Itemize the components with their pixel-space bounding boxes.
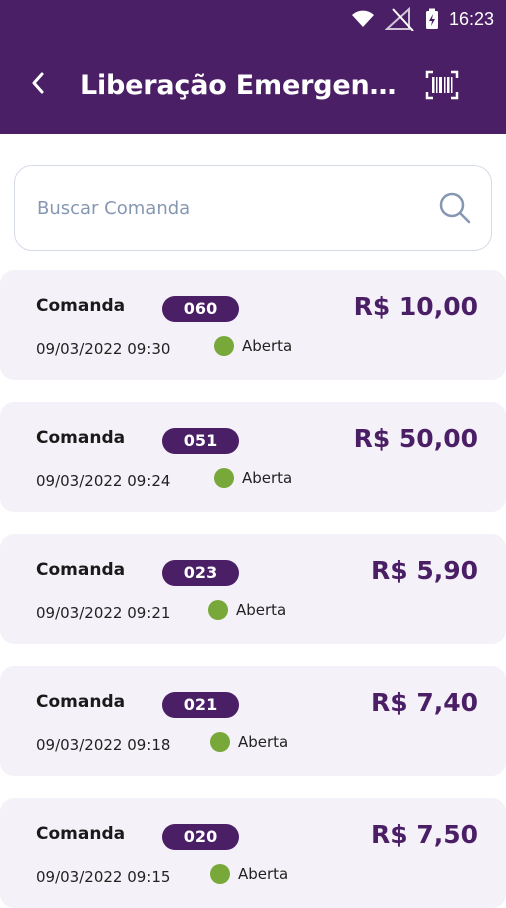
status-dot-icon [210,864,230,884]
comanda-label: Comanda [36,692,126,712]
comanda-card[interactable]: Comanda 021 09/03/2022 09:18 Aberta R$ 7… [0,666,506,776]
comanda-number-badge: 023 [162,560,239,586]
comanda-datetime: 09/03/2022 09:21 [36,604,171,622]
barcode-icon [425,70,459,100]
signal-icon [384,7,414,31]
status-text: Aberta [242,337,293,355]
comanda-datetime: 09/03/2022 09:24 [36,472,171,490]
search-input[interactable] [37,188,417,228]
status-text: Aberta [236,601,287,619]
search-box [14,165,492,251]
status-text: Aberta [238,733,289,751]
comanda-card[interactable]: Comanda 020 09/03/2022 09:15 Aberta R$ 7… [0,798,506,908]
comanda-price: R$ 50,00 [353,424,478,453]
search-icon [439,192,471,224]
comanda-number-badge: 021 [162,692,239,718]
status-text: Aberta [242,469,293,487]
back-button[interactable] [26,68,50,98]
comanda-label: Comanda [36,824,126,844]
clock: 16:23 [448,8,494,29]
comanda-label: Comanda [36,560,126,580]
status-text: Aberta [238,865,289,883]
app-bar: Liberação Emergen… [0,38,506,134]
wifi-icon [351,10,374,27]
comanda-datetime: 09/03/2022 09:18 [36,736,171,754]
status-bar: 16:23 [0,0,506,38]
status-badge: Aberta [210,864,288,884]
comanda-label: Comanda [36,296,126,316]
comanda-number-badge: 020 [162,824,239,850]
comanda-datetime: 09/03/2022 09:15 [36,868,171,886]
status-dot-icon [210,732,230,752]
comanda-price: R$ 5,90 [370,556,478,585]
comanda-price: R$ 7,40 [370,688,478,717]
status-badge: Aberta [210,732,288,752]
status-dot-icon [214,336,234,356]
status-dot-icon [214,468,234,488]
search-button[interactable] [437,190,473,226]
comanda-price: R$ 7,50 [370,820,478,849]
comanda-price: R$ 10,00 [353,292,478,321]
comanda-label: Comanda [36,428,126,448]
status-dot-icon [208,600,228,620]
comanda-number-badge: 060 [162,296,239,322]
status-badge: Aberta [208,600,286,620]
comanda-card[interactable]: Comanda 060 09/03/2022 09:30 Aberta R$ 1… [0,270,506,380]
status-icons: 16:23 [351,6,494,32]
barcode-scan-button[interactable] [425,70,459,100]
chevron-left-icon [32,72,44,94]
comanda-number-badge: 051 [162,428,239,454]
battery-charging-icon [425,8,438,29]
comanda-card[interactable]: Comanda 023 09/03/2022 09:21 Aberta R$ 5… [0,534,506,644]
comanda-datetime: 09/03/2022 09:30 [36,340,171,358]
comanda-card[interactable]: Comanda 051 09/03/2022 09:24 Aberta R$ 5… [0,402,506,512]
status-badge: Aberta [214,336,292,356]
page-title: Liberação Emergen… [80,70,397,101]
status-badge: Aberta [214,468,292,488]
